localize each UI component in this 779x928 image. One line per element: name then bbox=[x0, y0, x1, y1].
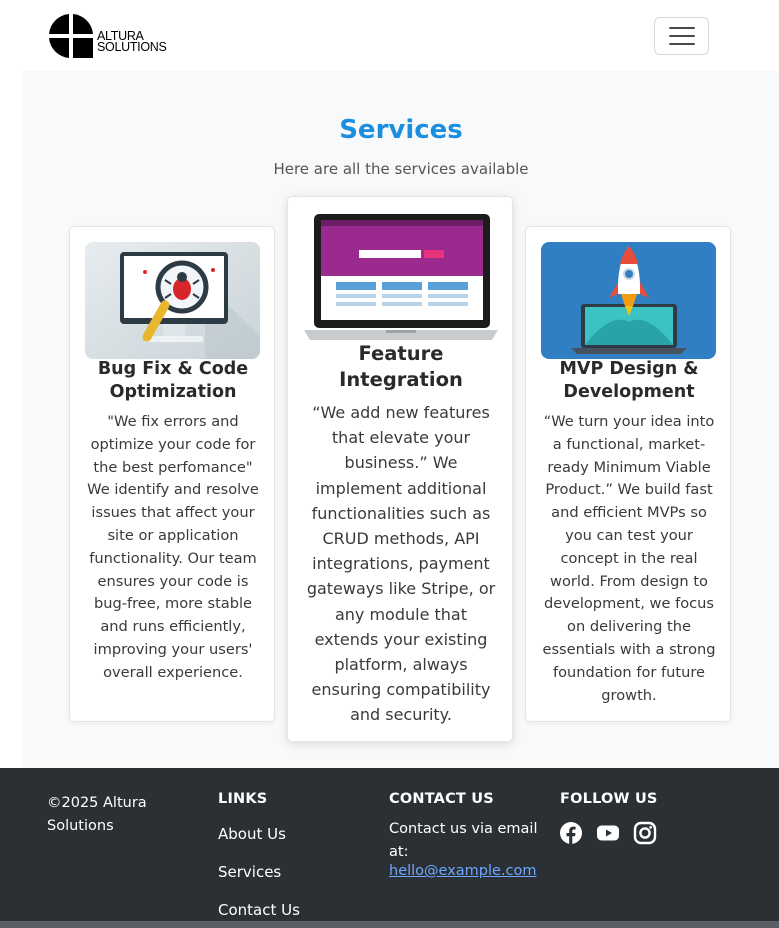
page-title: Services bbox=[339, 115, 463, 145]
hamburger-icon-bar bbox=[668, 35, 695, 37]
site-footer: ©2025 Altura Solutions LINKS About Us Se… bbox=[0, 768, 779, 928]
card-title: Bug Fix & Code Optimization bbox=[97, 359, 249, 402]
card-description: “We add new features that elevate your b… bbox=[306, 403, 496, 725]
logo-mark-icon bbox=[49, 14, 93, 58]
services-section: Services Here are all the services avail… bbox=[23, 71, 779, 768]
hamburger-icon-bar bbox=[668, 27, 695, 29]
follow-heading: FOLLOW US bbox=[560, 791, 658, 807]
card-description: “We turn your idea into a functional, ma… bbox=[542, 413, 716, 704]
site-header: ALTURA SOLUTIONS bbox=[0, 0, 779, 71]
page-subtitle: Here are all the services available bbox=[273, 160, 529, 178]
contact-email-link[interactable]: hello@example.com bbox=[389, 863, 537, 879]
service-card-mvp[interactable]: MVP Design & Development “We turn your i… bbox=[525, 226, 731, 722]
laptop-website-illustration bbox=[304, 212, 498, 344]
contact-heading: CONTACT US bbox=[389, 791, 494, 807]
footer-link-about-us[interactable]: About Us bbox=[218, 825, 286, 843]
contact-text: Contact us via email at: bbox=[389, 821, 538, 860]
rocket-laptop-illustration bbox=[541, 242, 716, 359]
card-description: "We fix errors and optimize your code fo… bbox=[87, 413, 259, 681]
footer-bottom-bar bbox=[0, 921, 779, 928]
facebook-icon[interactable] bbox=[559, 821, 583, 845]
copyright-text: ©2025 Altura Solutions bbox=[47, 795, 147, 834]
footer-link-services[interactable]: Services bbox=[218, 863, 281, 881]
navbar-toggle-button[interactable] bbox=[654, 17, 709, 55]
logo-text: ALTURA SOLUTIONS bbox=[97, 30, 167, 54]
service-card-feature-integration[interactable]: Feature Integration “We add new features… bbox=[287, 196, 513, 742]
instagram-icon[interactable] bbox=[633, 821, 657, 845]
card-title: MVP Design & Development bbox=[559, 359, 699, 402]
service-card-bug-fix[interactable]: Bug Fix & Code Optimization "We fix erro… bbox=[69, 226, 275, 722]
links-heading: LINKS bbox=[218, 791, 268, 807]
bug-on-monitor-illustration bbox=[85, 242, 260, 359]
card-title: Feature Integration bbox=[339, 342, 463, 391]
youtube-icon[interactable] bbox=[596, 821, 620, 845]
hamburger-icon-bar bbox=[668, 43, 695, 45]
site-logo[interactable]: ALTURA SOLUTIONS bbox=[47, 12, 167, 60]
logo-text-line2: SOLUTIONS bbox=[97, 40, 167, 54]
footer-link-contact-us[interactable]: Contact Us bbox=[218, 901, 300, 919]
